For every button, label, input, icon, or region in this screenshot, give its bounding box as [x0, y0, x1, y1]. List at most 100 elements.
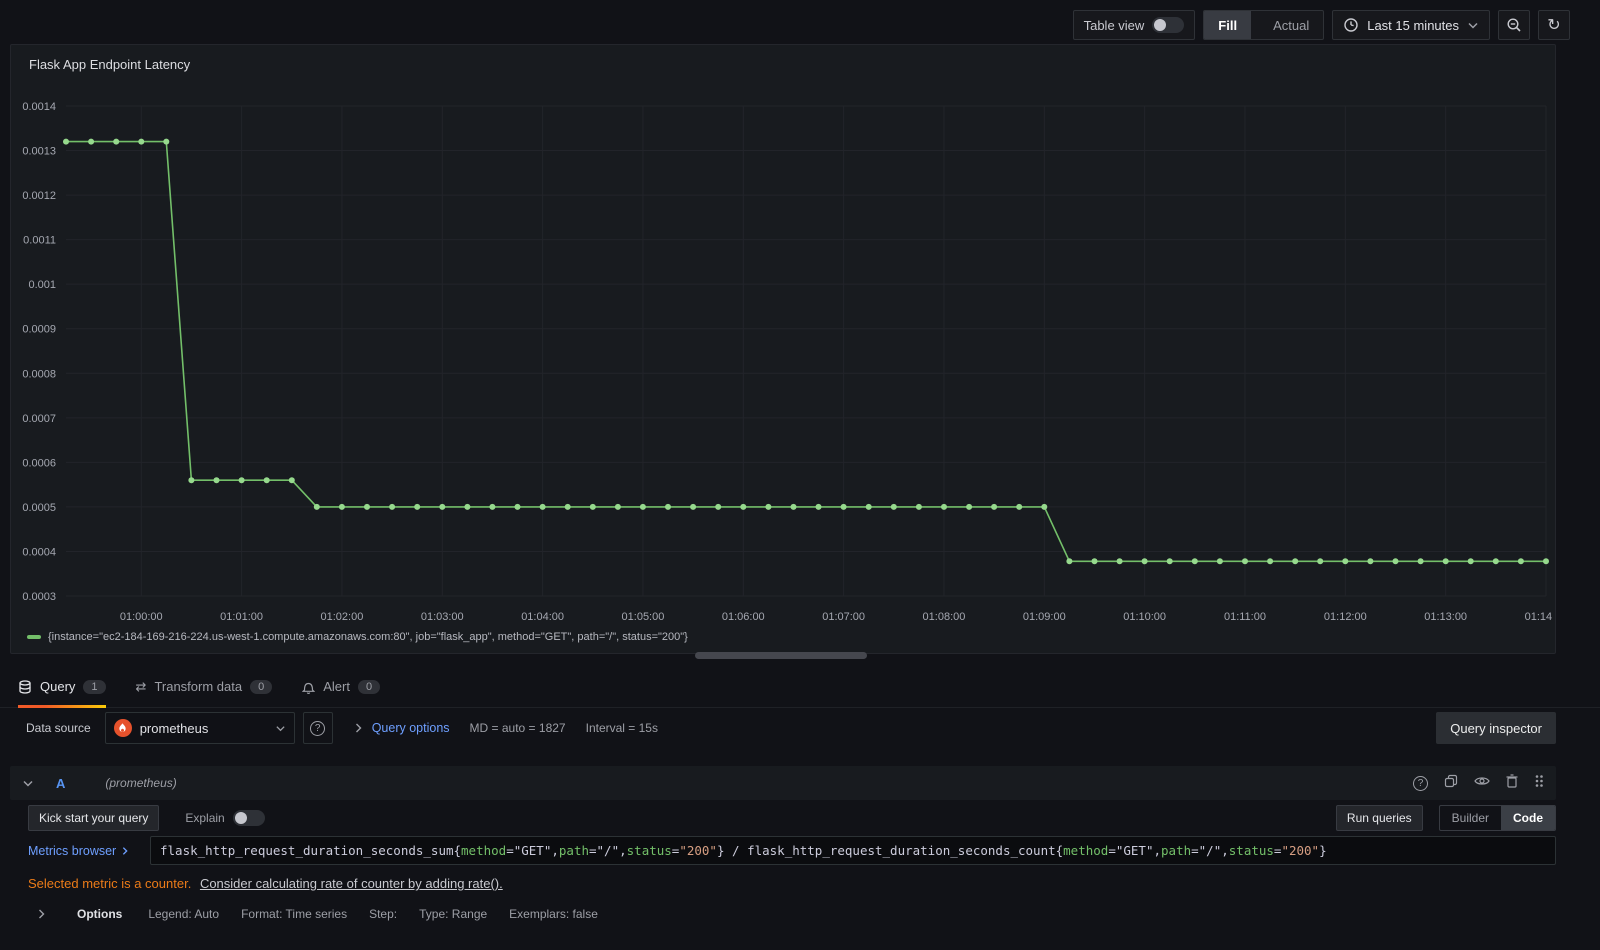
svg-text:0.0004: 0.0004	[22, 546, 56, 558]
tab-transform-label: Transform data	[154, 679, 243, 694]
panel-toolbar: Table view Fill Actual Last 15 minutes ↻	[1072, 10, 1570, 40]
svg-text:01:08:00: 01:08:00	[923, 611, 966, 623]
datasource-label: Data source	[26, 721, 91, 735]
zoom-out-icon	[1506, 17, 1522, 33]
interval-value: Interval = 15s	[585, 721, 658, 735]
svg-text:01:00:00: 01:00:00	[120, 611, 163, 623]
svg-text:01:06:00: 01:06:00	[722, 611, 765, 623]
transform-icon: ⇄	[135, 678, 147, 694]
legend-swatch	[27, 635, 41, 639]
kick-start-query-button[interactable]: Kick start your query	[28, 804, 160, 831]
tab-query-badge: 1	[83, 679, 106, 694]
query-inspector-button[interactable]: Query inspector	[1436, 712, 1556, 744]
drag-handle-icon[interactable]	[1534, 774, 1544, 793]
svg-text:0.0011: 0.0011	[23, 235, 56, 247]
chevron-right-icon	[122, 846, 128, 856]
svg-text:01:14:00: 01:14:00	[1525, 611, 1553, 623]
run-queries-button[interactable]: Run queries	[1335, 804, 1423, 831]
builder-button[interactable]: Builder	[1440, 806, 1501, 830]
datasource-select[interactable]: prometheus	[104, 712, 295, 744]
options-step: Step:	[369, 907, 398, 921]
table-view-toggle-group[interactable]: Table view	[1072, 10, 1196, 40]
datasource-row: Data source prometheus ? Query options M…	[26, 712, 1556, 744]
options-exemplars: Exemplars: false	[509, 907, 598, 921]
tab-query[interactable]: Query 1	[18, 666, 106, 708]
fill-button[interactable]: Fill	[1204, 11, 1252, 39]
time-series-panel: Flask App Endpoint Latency 0.0014 0.0013 0…	[10, 44, 1556, 654]
svg-text:01:04:00: 01:04:00	[521, 611, 564, 623]
code-button[interactable]: Code	[1501, 805, 1555, 830]
horizontal-scrollbar[interactable]	[695, 652, 867, 659]
tab-transform-data[interactable]: ⇄ Transform data 0	[136, 666, 273, 708]
prometheus-icon	[113, 719, 132, 737]
refresh-button[interactable]: ↻	[1538, 10, 1570, 40]
metrics-browser-label: Metrics browser	[28, 843, 117, 858]
chart-legend[interactable]: {instance="ec2-184-169-216-224.us-west-1…	[27, 631, 688, 643]
datasource-selected-value: prometheus	[139, 720, 209, 736]
tab-transform-badge: 0	[250, 679, 273, 694]
tab-query-label: Query	[40, 679, 76, 694]
svg-text:0.0005: 0.0005	[22, 502, 56, 514]
query-editor-row: Metrics browser flask_http_request_durat…	[28, 836, 1556, 865]
query-options-toggle[interactable]: Query options MD = auto = 1827 Interval …	[355, 721, 658, 735]
svg-text:0.001: 0.001	[28, 279, 56, 291]
editor-tabs: Query 1 ⇄ Transform data 0 Alert 0	[0, 666, 1600, 708]
metrics-browser-button[interactable]: Metrics browser	[28, 844, 150, 858]
chevron-down-icon	[275, 725, 286, 732]
explain-toggle[interactable]	[232, 809, 265, 826]
svg-text:0.0003: 0.0003	[22, 591, 56, 603]
explain-label: Explain	[185, 810, 225, 825]
chevron-down-icon	[1467, 22, 1479, 29]
svg-text:01:01:00: 01:01:00	[220, 611, 263, 623]
tab-alert-badge: 0	[357, 679, 381, 694]
svg-text:0.0008: 0.0008	[22, 368, 56, 380]
hide-query-eye-icon[interactable]	[1474, 774, 1490, 792]
latency-chart[interactable]: 0.0014 0.0013 0.0012 0.0011 0.001 0.0009 0.000…	[13, 77, 1553, 625]
svg-text:01:10:00: 01:10:00	[1123, 611, 1166, 623]
clock-icon	[1343, 17, 1359, 33]
database-icon	[18, 679, 32, 694]
svg-text:0.0013: 0.0013	[22, 146, 56, 158]
svg-text:01:13:00: 01:13:00	[1424, 611, 1467, 623]
bell-icon	[302, 680, 316, 694]
svg-text:01:07:00: 01:07:00	[822, 611, 865, 623]
svg-text:01:05:00: 01:05:00	[622, 611, 665, 623]
collapse-chevron-icon[interactable]	[22, 780, 34, 787]
duplicate-query-icon[interactable]	[1444, 774, 1458, 793]
table-view-label: Table view	[1083, 17, 1145, 33]
time-range-label: Last 15 minutes	[1367, 17, 1459, 33]
editor-toolbar: Kick start your query Explain Run querie…	[28, 804, 1556, 831]
query-options-footer[interactable]: Options Legend: Auto Format: Time series…	[38, 900, 1556, 928]
add-rate-link[interactable]: Consider calculating rate of counter by …	[200, 876, 503, 891]
promql-query-input[interactable]: flask_http_request_duration_seconds_sum{…	[150, 836, 1556, 865]
svg-text:0.0007: 0.0007	[22, 413, 56, 425]
query-help-icon[interactable]: ?	[1413, 775, 1428, 791]
options-label: Options	[77, 907, 123, 921]
chevron-right-icon	[355, 722, 362, 734]
time-range-picker[interactable]: Last 15 minutes	[1332, 10, 1490, 40]
tab-alert[interactable]: Alert 0	[302, 666, 381, 708]
panel-title: Flask App Endpoint Latency	[29, 57, 191, 72]
actual-button[interactable]: Actual	[1259, 11, 1323, 39]
zoom-out-button[interactable]	[1498, 10, 1530, 40]
help-icon: ?	[310, 720, 326, 736]
query-ref-id: A	[56, 775, 66, 791]
svg-text:01:09:00: 01:09:00	[1023, 611, 1066, 623]
svg-text:01:11:00: 01:11:00	[1224, 611, 1266, 623]
refresh-icon: ↻	[1547, 15, 1561, 34]
warning-text: Selected metric is a counter.	[28, 876, 192, 891]
tab-alert-label: Alert	[323, 679, 350, 694]
chevron-right-icon	[38, 908, 45, 920]
svg-text:01:02:00: 01:02:00	[321, 611, 364, 623]
table-view-toggle[interactable]	[1152, 17, 1185, 33]
query-row-header[interactable]: A (prometheus) ?	[10, 766, 1556, 800]
query-options-label: Query options	[371, 721, 450, 735]
svg-text:0.0009: 0.0009	[22, 324, 56, 336]
delete-query-trash-icon[interactable]	[1506, 773, 1518, 793]
datasource-help-button[interactable]: ?	[302, 712, 333, 744]
options-type: Type: Range	[419, 907, 488, 921]
svg-text:0.0012: 0.0012	[22, 190, 56, 202]
builder-code-segmented: Builder Code	[1438, 804, 1556, 831]
svg-text:01:12:00: 01:12:00	[1324, 611, 1367, 623]
options-format: Format: Time series	[241, 907, 348, 921]
